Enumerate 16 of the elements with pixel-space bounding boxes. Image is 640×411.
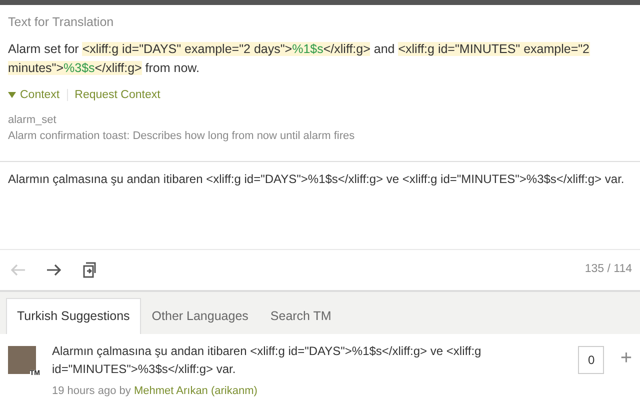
context-description: Alarm confirmation toast: Describes how long from now until alarm fires: [8, 129, 356, 144]
string-key: alarm_set: [8, 112, 632, 128]
tab[interactable]: Turkish Suggestions: [6, 298, 141, 334]
tab[interactable]: Other Languages: [140, 298, 260, 334]
suggestion-text: Alarmın çalmasına şu andan itibaren <xliff:g id="DAYS">%1$s</xliff:g> ve <xliff:g id="MINUTES">%3$s</xliff:g> var.: [52, 342, 482, 378]
context-toggle[interactable]: Context: [8, 86, 60, 104]
add-suggestion-button[interactable]: +: [620, 348, 632, 368]
section-heading: Text for Translation: [8, 14, 115, 31]
character-counter: 135 / 114: [584, 262, 632, 278]
source-text: Alarm set for <xliff:g id="DAYS" example="2 days">%1$s</xliff:g> and <xliff:g id="MINUTES" example="2 minutes">%3$s</xliff:g> from now.: [8, 40, 591, 78]
suggestion-meta: 19 hours ago by Mehmet Arıkan (arikanm): [52, 384, 258, 399]
request-context-link[interactable]: Request Context: [74, 86, 160, 104]
translation-field[interactable]: Alarmın çalmasına şu andan itibaren <xliff:g id="DAYS">%1$s</xliff:g> ve <xliff:g id="MINUTES">%3$s</xliff:g> var.: [0, 160, 640, 249]
tab[interactable]: Search TM: [259, 298, 342, 334]
vote-count: 0: [578, 346, 604, 374]
caret-icon[interactable]: [8, 91, 16, 100]
